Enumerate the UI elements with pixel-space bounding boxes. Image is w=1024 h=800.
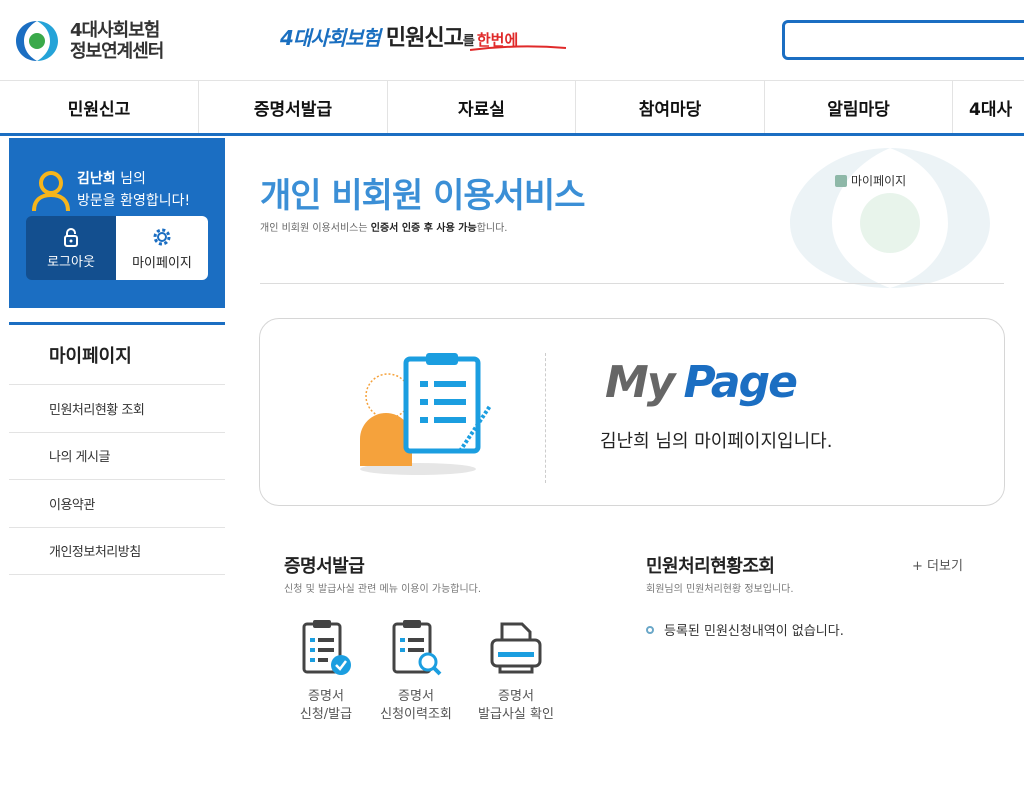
cert-section-desc: 신청 및 발급사실 관련 메뉴 이용이 가능합니다. (284, 584, 482, 595)
cert-history-button[interactable]: 증명서 신청이력조회 (366, 618, 466, 724)
header: 4대사회보험 정보연계센터 4대사회보험 민원신고 를 한번에 (0, 0, 1024, 80)
gnb-item-certificate[interactable]: 증명서발급 (199, 81, 388, 133)
cert-section-title: 증명서발급 (284, 556, 365, 577)
status-section-desc: 회원님의 민원처리현황 정보입니다. (646, 584, 794, 595)
page-description: 개인 비회원 이용서비스는 인증서 인증 후 사용 가능합니다. (260, 219, 507, 234)
user-greeting: 김난희 님의 방문을 환영합니다! (77, 168, 190, 212)
gnb-item-notice[interactable]: 알림마당 (765, 81, 953, 133)
gnb-item-more[interactable]: 4대사 (953, 81, 1024, 133)
welcome-text: 방문을 환영합니다! (77, 193, 191, 209)
page-title: 개인 비회원 이용서비스 (260, 176, 585, 216)
sidebar-item-my-posts[interactable]: 나의 게시글 (9, 433, 225, 480)
sidebar-menu: 마이페이지 민원처리현황 조회 나의 게시글 이용약관 개인정보처리방침 (9, 322, 225, 575)
breadcrumb: 마이페이지 (835, 172, 906, 189)
user-buttons: 로그아웃 마이페이지 (26, 216, 208, 280)
clipboard-illustration-icon (360, 353, 492, 475)
lock-icon (64, 227, 78, 247)
sidebar-menu-title: 마이페이지 (9, 325, 225, 385)
logo-emblem-icon (16, 21, 58, 61)
slogan-part2: 민원신고 (385, 26, 464, 51)
clipboard-check-icon (302, 620, 351, 675)
cert-verify-button[interactable]: 증명서 발급사실 확인 (466, 618, 566, 724)
cert-apply-issue-button[interactable]: 증명서 신청/발급 (276, 618, 376, 724)
mypage-banner: My Page 김난희 님의 마이페이지입니다. (259, 318, 1005, 506)
cert-history-label: 증명서 신청이력조회 (380, 688, 452, 724)
search-input[interactable] (782, 20, 1024, 60)
status-empty-item: 등록된 민원신청내역이 없습니다. (646, 620, 844, 639)
mypage-divider (545, 353, 546, 483)
gnb-item-resources[interactable]: 자료실 (388, 81, 576, 133)
gnb-item-complaint[interactable]: 민원신고 (0, 81, 199, 133)
logo-line2: 정보연계센터 (70, 41, 164, 62)
desc-prefix: 개인 비회원 이용서비스는 (260, 223, 371, 234)
user-suffix: 님의 (120, 171, 146, 187)
slogan-swoosh-icon (470, 45, 566, 51)
user-name: 김난희 (77, 171, 116, 187)
slogan-part1: 4대사회보험 (280, 26, 381, 50)
user-icon (32, 171, 70, 212)
sidebar-item-privacy[interactable]: 개인정보처리방침 (9, 528, 225, 575)
sidebar-item-terms[interactable]: 이용약관 (9, 480, 225, 528)
status-section-title: 민원처리현황조회 (646, 556, 775, 577)
cert-apply-label: 증명서 신청/발급 (300, 688, 352, 724)
cert-verify-line1: 증명서 (498, 689, 534, 704)
logo-text: 4대사회보험 정보연계센터 (70, 20, 164, 62)
mypage-button[interactable]: 마이페이지 (116, 216, 208, 280)
mypage-label: 마이페이지 (132, 255, 192, 271)
mypage-welcome-text: 김난희 님의 마이페이지입니다. (600, 431, 833, 452)
cert-apply-line2: 신청/발급 (299, 707, 353, 722)
breadcrumb-current[interactable]: 마이페이지 (851, 172, 906, 189)
logout-label: 로그아웃 (47, 254, 95, 270)
status-empty-text: 등록된 민원신청내역이 없습니다. (664, 624, 844, 639)
more-link[interactable]: + 더보기 (912, 555, 963, 574)
cert-verify-line2: 발급사실 확인 (478, 707, 554, 722)
home-icon[interactable] (835, 174, 847, 187)
desc-suffix: 합니다. (476, 223, 508, 234)
bullet-icon (646, 625, 654, 634)
main-navigation: 민원신고 증명서발급 자료실 참여마당 알림마당 4대사 (0, 80, 1024, 136)
cert-apply-line1: 증명서 (308, 689, 344, 704)
mypage-logo: My Page (605, 357, 798, 408)
sidebar-item-complaint-status[interactable]: 민원처리현황 조회 (9, 385, 225, 433)
logo-line1: 4대사회보험 (70, 20, 160, 41)
logout-button[interactable]: 로그아웃 (26, 216, 116, 280)
site-logo[interactable]: 4대사회보험 정보연계센터 (14, 16, 194, 66)
emblem-watermark-icon (790, 148, 990, 288)
mypage-logo-my: My (605, 357, 675, 408)
clipboard-search-icon (392, 620, 442, 676)
gear-icon (153, 228, 171, 245)
cert-history-line1: 증명서 (398, 689, 434, 704)
title-divider (260, 283, 1004, 284)
desc-bold: 인증서 인증 후 사용 가능 (370, 223, 477, 234)
cert-verify-label: 증명서 발급사실 확인 (478, 688, 554, 724)
cert-history-line2: 신청이력조회 (380, 707, 452, 722)
printer-icon (490, 622, 542, 674)
gnb-item-participation[interactable]: 참여마당 (576, 81, 765, 133)
sidebar-user-box: 김난희 님의 방문을 환영합니다! 로그아웃 마이페이지 (9, 138, 225, 308)
mypage-logo-page: Page (683, 357, 797, 408)
